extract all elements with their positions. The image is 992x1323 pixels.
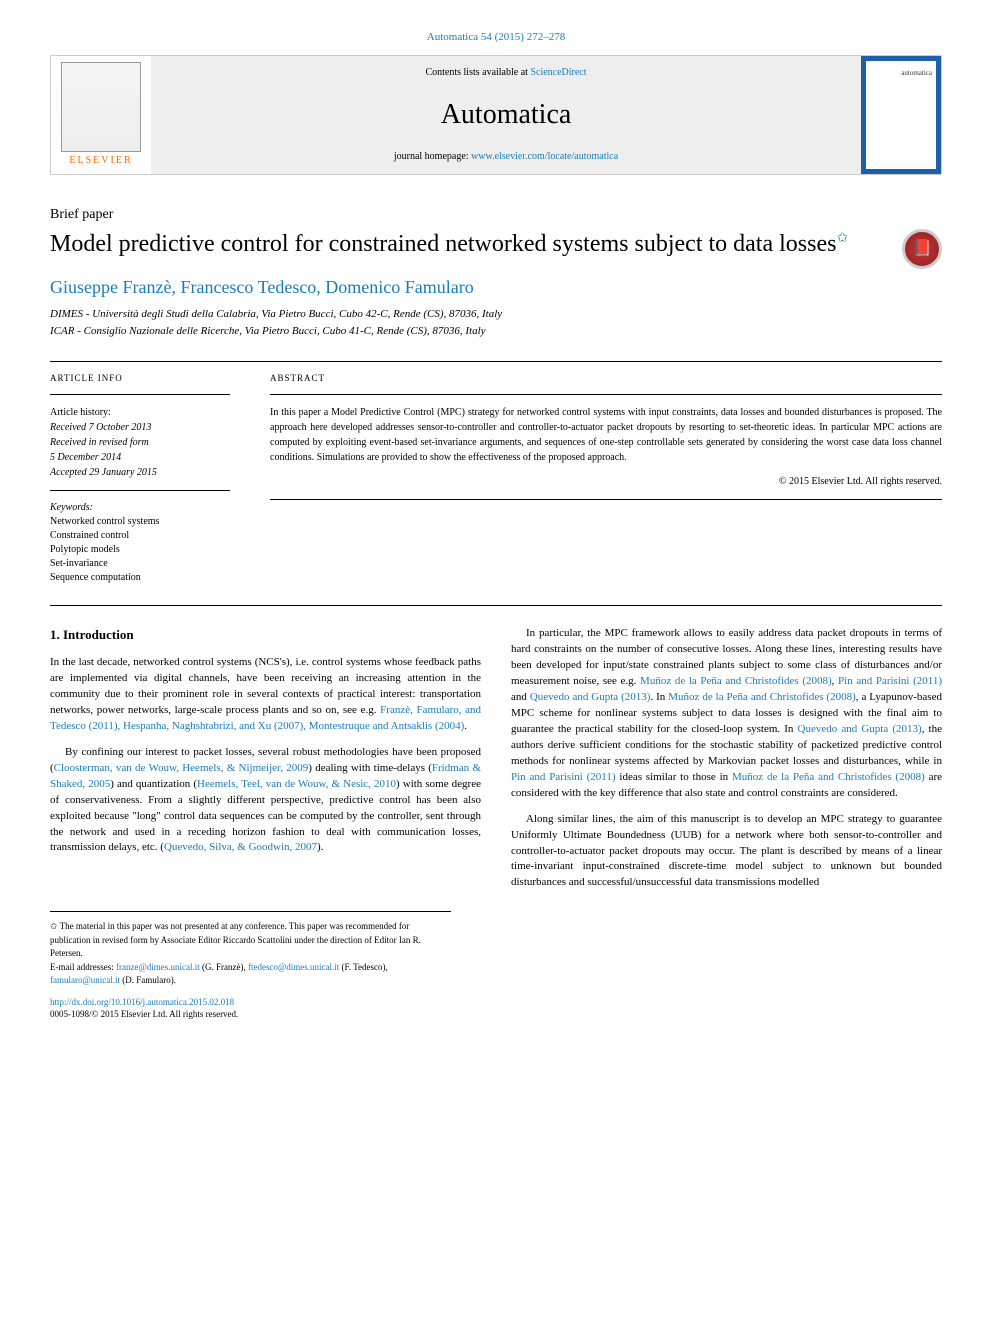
elsevier-text: ELSEVIER <box>69 154 132 168</box>
journal-name: Automatica <box>161 95 851 134</box>
contents-prefix: Contents lists available at <box>425 67 530 78</box>
title-text: Model predictive control for constrained… <box>50 231 836 257</box>
history-label: Article history: <box>50 405 230 420</box>
title-footnote-marker: ✩ <box>836 231 848 246</box>
crossmark-icon[interactable]: 📕 <box>902 229 942 269</box>
cite-munoz-2[interactable]: Muñoz de la Peña and Christofides (2008) <box>668 691 856 703</box>
cite-pin-2[interactable]: Pin and Parisini (2011) <box>511 771 616 783</box>
keyword-1: Networked control systems <box>50 515 230 529</box>
p3-m2: and <box>511 691 530 703</box>
authors-list[interactable]: Giuseppe Franzè, Francesco Tedesco, Dome… <box>50 275 942 300</box>
revised-date: 5 December 2014 <box>50 450 230 465</box>
doi-link[interactable]: http://dx.doi.org/10.1016/j.automatica.2… <box>50 997 234 1007</box>
abstract-heading: ABSTRACT <box>270 372 942 385</box>
email-famularo[interactable]: famularo@unical.it <box>50 975 120 985</box>
name-2: (F. Tedesco), <box>339 962 387 972</box>
journal-homepage-link[interactable]: www.elsevier.com/locate/automatica <box>471 151 618 162</box>
name-1: (G. Franzè), <box>200 962 248 972</box>
cite-quevedo-gupta-1[interactable]: Quevedo and Gupta (2013) <box>530 691 651 703</box>
copyright-line: © 2015 Elsevier Ltd. All rights reserved… <box>270 475 942 489</box>
cover-title: automatica <box>901 69 932 79</box>
keyword-3: Polytopic models <box>50 543 230 557</box>
footnotes: ✩ The material in this paper was not pre… <box>50 911 451 988</box>
journal-cover-thumbnail: automatica <box>861 56 941 173</box>
p3-d: ideas similar to those in <box>616 771 732 783</box>
article-info-block: ARTICLE INFO Article history: Received 7… <box>50 372 230 586</box>
paper-title: Model predictive control for constrained… <box>50 229 902 260</box>
p2-b: ) dealing with time-delays ( <box>308 762 432 774</box>
cite-quevedo-silva[interactable]: Quevedo, Silva, & Goodwin, 2007 <box>164 841 317 853</box>
article-info-heading: ARTICLE INFO <box>50 372 230 385</box>
affiliations: DIMES - Università degli Studi della Cal… <box>50 306 942 341</box>
divider <box>50 361 942 362</box>
doi-block: http://dx.doi.org/10.1016/j.automatica.2… <box>50 996 942 1021</box>
affiliation-2: ICAR - Consiglio Nazionale delle Ricerch… <box>50 323 942 341</box>
cite-quevedo-gupta-2[interactable]: Quevedo and Gupta (2013) <box>798 723 922 735</box>
issn-line: 0005-1098/© 2015 Elsevier Ltd. All right… <box>50 1009 238 1019</box>
keyword-5: Sequence computation <box>50 571 230 585</box>
email-franze[interactable]: franze@dimes.unical.it <box>116 962 200 972</box>
p2-e: ). <box>317 841 323 853</box>
cite-pin-1[interactable]: Pin and Parisini (2011) <box>838 675 942 687</box>
affiliation-1: DIMES - Università degli Studi della Cal… <box>50 306 942 324</box>
header-citation: Automatica 54 (2015) 272–278 <box>50 30 942 45</box>
cite-cloosterman[interactable]: Cloosterman, van de Wouw, Heemels, & Nij… <box>54 762 309 774</box>
contents-line: Contents lists available at ScienceDirec… <box>161 66 851 80</box>
elsevier-logo: ELSEVIER <box>51 56 151 173</box>
homepage-prefix: journal homepage: <box>394 151 471 162</box>
name-3: (D. Famularo). <box>120 975 176 985</box>
abstract-block: ABSTRACT In this paper a Model Predictiv… <box>270 372 942 586</box>
elsevier-tree-icon <box>61 62 141 152</box>
keyword-4: Set-invariance <box>50 557 230 571</box>
cite-heemels[interactable]: Heemels, Teel, van de Wouw, & Nesic, 201… <box>197 778 396 790</box>
p4: Along similar lines, the aim of this man… <box>511 812 942 892</box>
abstract-text: In this paper a Model Predictive Control… <box>270 405 942 465</box>
emails-prefix: E-mail addresses: <box>50 962 116 972</box>
cite-munoz-1[interactable]: Muñoz de la Peña and Christofides (2008) <box>640 675 832 687</box>
publisher-header: ELSEVIER Contents lists available at Sci… <box>50 55 942 174</box>
keyword-2: Constrained control <box>50 529 230 543</box>
body-text: 1. Introduction In the last decade, netw… <box>50 626 942 891</box>
revised-label: Received in revised form <box>50 435 230 450</box>
accepted-date: Accepted 29 January 2015 <box>50 465 230 480</box>
p2-c: ) and quantization ( <box>110 778 197 790</box>
footnote-1: ✩ The material in this paper was not pre… <box>50 920 451 961</box>
keywords-label: Keywords: <box>50 501 230 515</box>
sciencedirect-link[interactable]: ScienceDirect <box>530 67 586 78</box>
cite-munoz-3[interactable]: Muñoz de la Peña and Christofides (2008) <box>732 771 925 783</box>
p1-b: . <box>464 720 467 732</box>
homepage-line: journal homepage: www.elsevier.com/locat… <box>161 150 851 164</box>
p3-m3: . In <box>650 691 668 703</box>
section-heading: 1. Introduction <box>50 626 481 645</box>
email-tedesco[interactable]: ftedesco@dimes.unical.it <box>248 962 339 972</box>
paper-type: Brief paper <box>50 205 942 225</box>
received-date: Received 7 October 2013 <box>50 420 230 435</box>
